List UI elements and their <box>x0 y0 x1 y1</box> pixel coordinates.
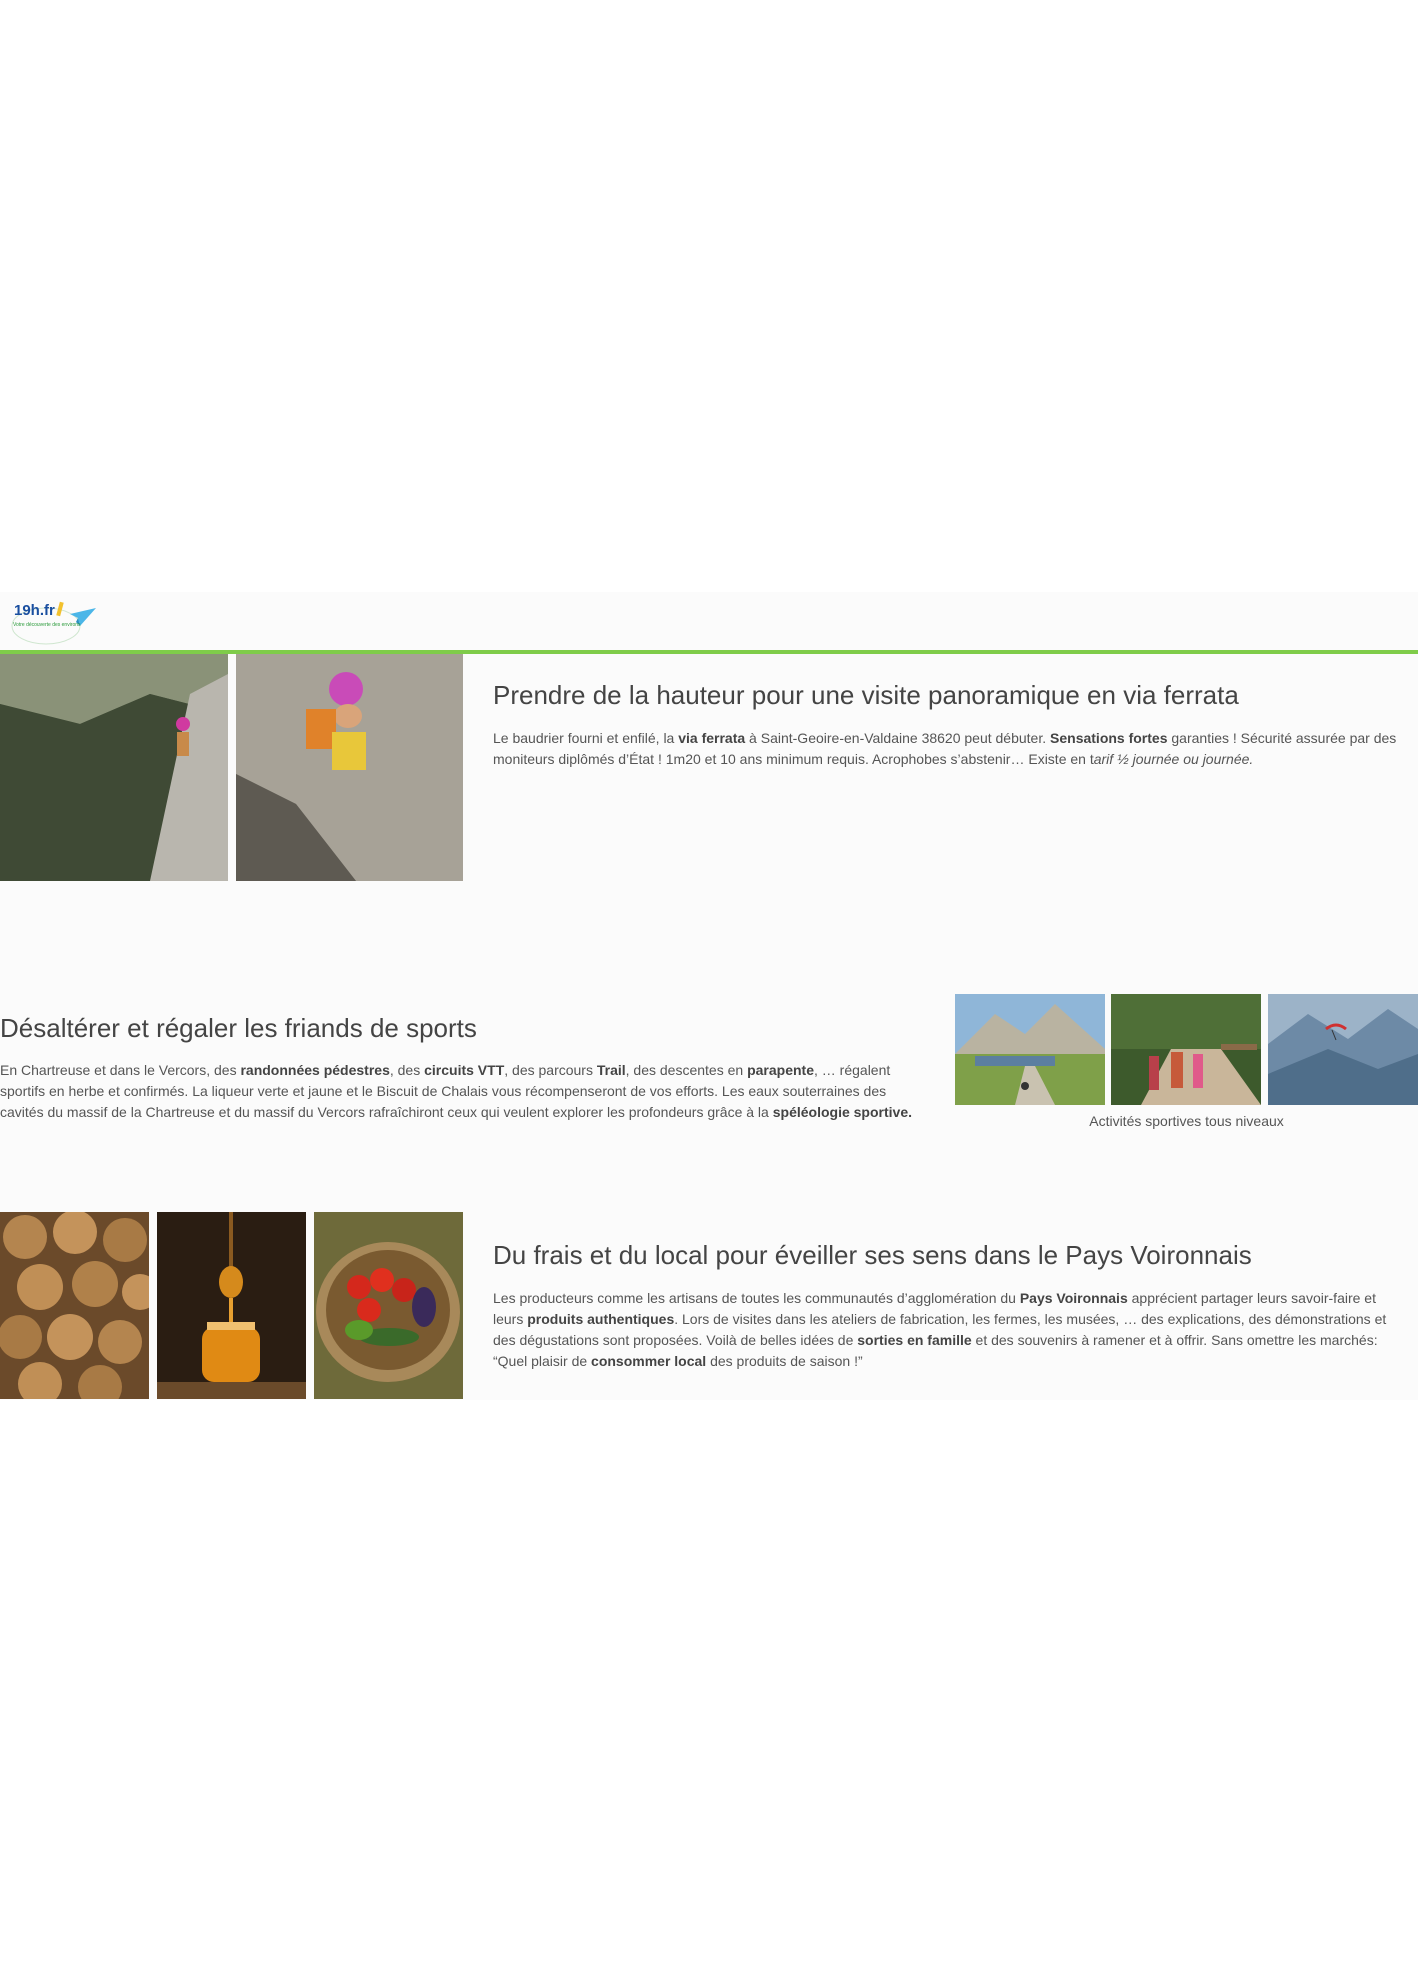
site-logo[interactable]: 19h.fr Votre découverte des environs <box>10 600 100 646</box>
text-run: Le baudrier fourni et enfilé, la <box>493 730 679 746</box>
vegetables-basket-photo <box>314 1212 463 1399</box>
keyword-produits-authentiques: produits authentiques <box>527 1311 675 1327</box>
keyword-consommer-local: consommer local <box>591 1353 707 1369</box>
keyword-via-ferrata: via ferrata <box>678 730 746 746</box>
logo-text: 19h.fr <box>14 602 55 619</box>
header-bar <box>0 592 1418 650</box>
keyword-randonnees: randonnées pédestres <box>240 1062 390 1078</box>
section-text-via-ferrata: Le baudrier fourni et enfilé, la via fer… <box>493 728 1413 770</box>
text-run: En Chartreuse et dans le Vercors, des <box>0 1062 241 1078</box>
walnuts-photo <box>0 1212 149 1399</box>
tarif-text: arif ½ journée ou journée. <box>1093 751 1254 767</box>
text-run: à Saint-Geoire-en-Valdaine 38620 peut dé… <box>745 730 1051 746</box>
section-title-via-ferrata: Prendre de la hauteur pour une visite pa… <box>493 680 1239 710</box>
section-text-local: Les producteurs comme les artisans de to… <box>493 1288 1393 1372</box>
text-run: Les producteurs comme les artisans de to… <box>493 1290 1020 1306</box>
keyword-speleologie: spéléologie sportive. <box>772 1104 912 1120</box>
honey-photo <box>157 1212 306 1399</box>
keyword-sensations-fortes: Sensations fortes <box>1050 730 1168 746</box>
text-run: des produits de saison !” <box>706 1353 863 1369</box>
via-ferrata-climber-photo-1 <box>0 654 228 881</box>
logo-tagline: Votre découverte des environs <box>13 622 81 628</box>
keyword-circuits-vtt: circuits VTT <box>424 1062 505 1078</box>
section-text-sports: En Chartreuse et dans le Vercors, des ra… <box>0 1060 930 1123</box>
sports-photos-caption: Activités sportives tous niveaux <box>1089 1113 1284 1129</box>
text-run: , des <box>389 1062 425 1078</box>
keyword-parapente: parapente <box>747 1062 814 1078</box>
keyword-pays-voironnais: Pays Voironnais <box>1019 1290 1128 1306</box>
text-run: , des parcours <box>504 1062 597 1078</box>
via-ferrata-climber-photo-2 <box>236 654 463 881</box>
section-title-sports: Désaltérer et régaler les friands de spo… <box>0 1013 477 1043</box>
paraglider-photo <box>1268 994 1418 1105</box>
keyword-trail: Trail <box>596 1062 626 1078</box>
text-run: , des descentes en <box>625 1062 748 1078</box>
keyword-sorties-en-famille: sorties en famille <box>857 1332 972 1348</box>
mountain-bike-photo <box>955 994 1105 1105</box>
section-title-local: Du frais et du local pour éveiller ses s… <box>493 1240 1252 1270</box>
hikers-photo <box>1111 994 1261 1105</box>
